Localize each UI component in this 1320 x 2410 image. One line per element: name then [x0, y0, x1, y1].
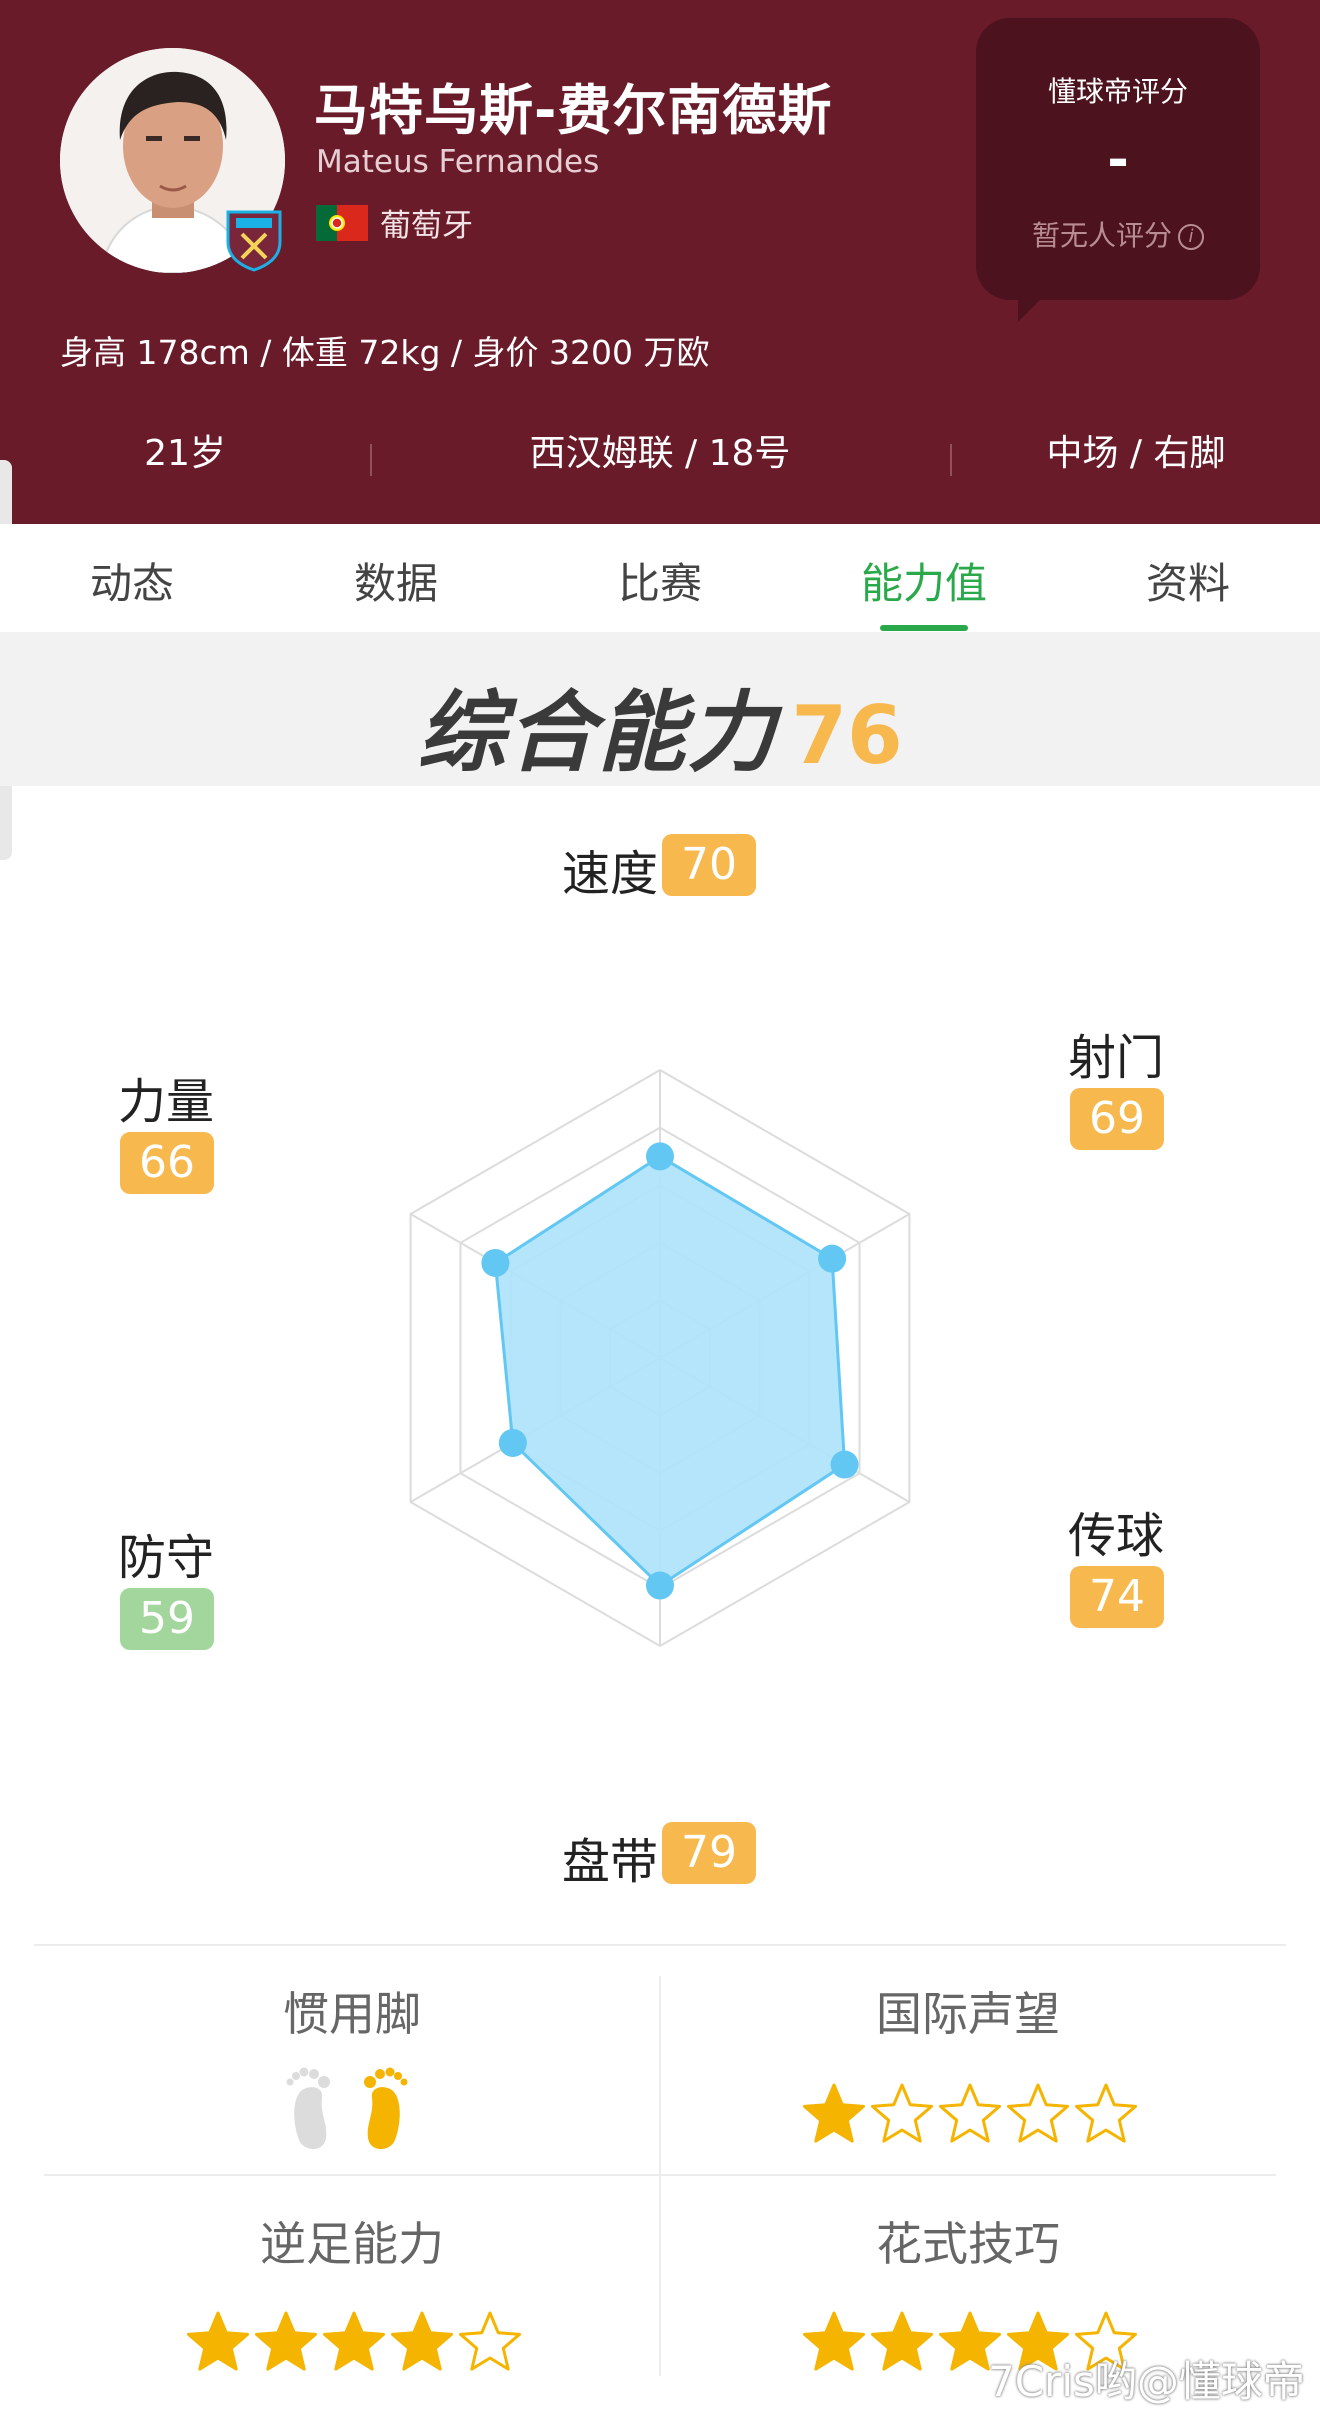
- player-position-foot: 中场 / 右脚: [1046, 433, 1226, 474]
- divider: [34, 1944, 1286, 1946]
- star-filled-icon: [871, 2311, 933, 2371]
- star-empty-icon: [459, 2311, 521, 2371]
- attr-value-shooting: 69: [1070, 1088, 1164, 1150]
- star-filled-icon: [323, 2311, 385, 2371]
- weak-foot-stars: [187, 2311, 521, 2371]
- ability-radar-section: 速度 70 射门 69 传球 74 盘带 79 防守 59 力量 66: [0, 786, 1320, 1926]
- overall-banner: 综合能力 76: [0, 632, 1320, 786]
- radar-point-4: [498, 1428, 527, 1457]
- overall-value: 76: [791, 689, 903, 782]
- attr-label-speed: 速度: [562, 846, 659, 902]
- preferred-foot-icons: [280, 2060, 430, 2156]
- right-foot-icon: [364, 2067, 408, 2150]
- trait-label-weak-foot: 逆足能力: [260, 2217, 444, 2271]
- star-empty-icon: [1075, 2083, 1137, 2143]
- star-filled-icon: [803, 2083, 865, 2143]
- radar-point-2: [830, 1450, 859, 1479]
- trait-label-international-reputation: 国际声望: [876, 1987, 1060, 2041]
- player-name-en: Mateus Fernandes: [316, 144, 600, 180]
- tab-matches[interactable]: 比赛: [528, 550, 792, 611]
- ability-radar-chart: [409, 1068, 911, 1648]
- club-badge-icon: [222, 208, 286, 272]
- tab-dynamic[interactable]: 动态: [0, 550, 264, 611]
- attr-label-shooting: 射门: [1068, 1030, 1165, 1086]
- trait-label-preferred-foot: 惯用脚: [283, 1987, 421, 2041]
- portugal-flag-icon: [316, 205, 368, 241]
- attr-label-strength: 力量: [118, 1074, 215, 1130]
- rating-subtitle: 暂无人评分 i: [976, 214, 1260, 254]
- player-age: 21岁: [144, 433, 226, 474]
- tab-data[interactable]: 数据: [264, 550, 528, 611]
- radar-point-3: [646, 1571, 674, 1600]
- star-filled-icon: [391, 2311, 453, 2371]
- player-nation: 葡萄牙: [380, 208, 473, 244]
- attr-label-defending: 防守: [118, 1530, 215, 1586]
- rating-subtitle-text: 暂无人评分: [1031, 219, 1172, 252]
- attr-value-speed: 70: [662, 834, 756, 896]
- attr-value-strength: 66: [120, 1132, 214, 1194]
- rating-card[interactable]: 懂球帝评分 - 暂无人评分 i: [976, 18, 1260, 300]
- overall-label: 综合能力: [417, 681, 778, 784]
- attr-label-dribbling: 盘带: [562, 1834, 659, 1890]
- tab-bar: 动态 数据 比赛 能力值 资料: [0, 524, 1320, 632]
- player-name-cn: 马特乌斯-费尔南德斯: [314, 79, 833, 142]
- player-meta-row: 21岁 西汉姆联 / 18号 中场 / 右脚: [0, 424, 1320, 500]
- rating-card-tail: [1018, 296, 1044, 322]
- radar-data-area: [493, 1154, 847, 1588]
- rating-title: 懂球帝评分: [1047, 75, 1188, 108]
- info-icon[interactable]: i: [1178, 224, 1204, 250]
- rating-value: -: [1107, 130, 1129, 190]
- active-tab-indicator: [880, 625, 968, 631]
- radar-point-1: [818, 1244, 847, 1273]
- star-filled-icon: [255, 2311, 317, 2371]
- radar-point-0: [646, 1142, 674, 1171]
- star-empty-icon: [871, 2083, 933, 2143]
- tab-ability[interactable]: 能力值: [792, 550, 1056, 611]
- star-filled-icon: [187, 2311, 249, 2371]
- player-body-info: 身高 178cm / 体重 72kg / 身价 3200 万欧: [60, 333, 710, 372]
- player-club-number[interactable]: 西汉姆联 / 18号: [372, 424, 948, 476]
- player-header: 马特乌斯-费尔南德斯 Mateus Fernandes 葡萄牙 身高 178cm…: [0, 0, 1320, 524]
- star-empty-icon: [939, 2083, 1001, 2143]
- radar-point-5: [481, 1248, 510, 1277]
- attr-value-defending: 59: [120, 1588, 214, 1650]
- left-foot-icon: [286, 2067, 330, 2150]
- watermark: 7Cris哟@懂球帝: [988, 2357, 1305, 2406]
- star-empty-icon: [1007, 2083, 1069, 2143]
- attr-value-passing: 74: [1070, 1566, 1164, 1628]
- star-filled-icon: [803, 2311, 865, 2371]
- attr-label-passing: 传球: [1068, 1508, 1165, 1564]
- attr-value-dribbling: 79: [662, 1822, 756, 1884]
- tab-profile[interactable]: 资料: [1056, 550, 1320, 611]
- international-reputation-stars: [803, 2083, 1137, 2143]
- trait-label-skill-moves: 花式技巧: [876, 2217, 1060, 2271]
